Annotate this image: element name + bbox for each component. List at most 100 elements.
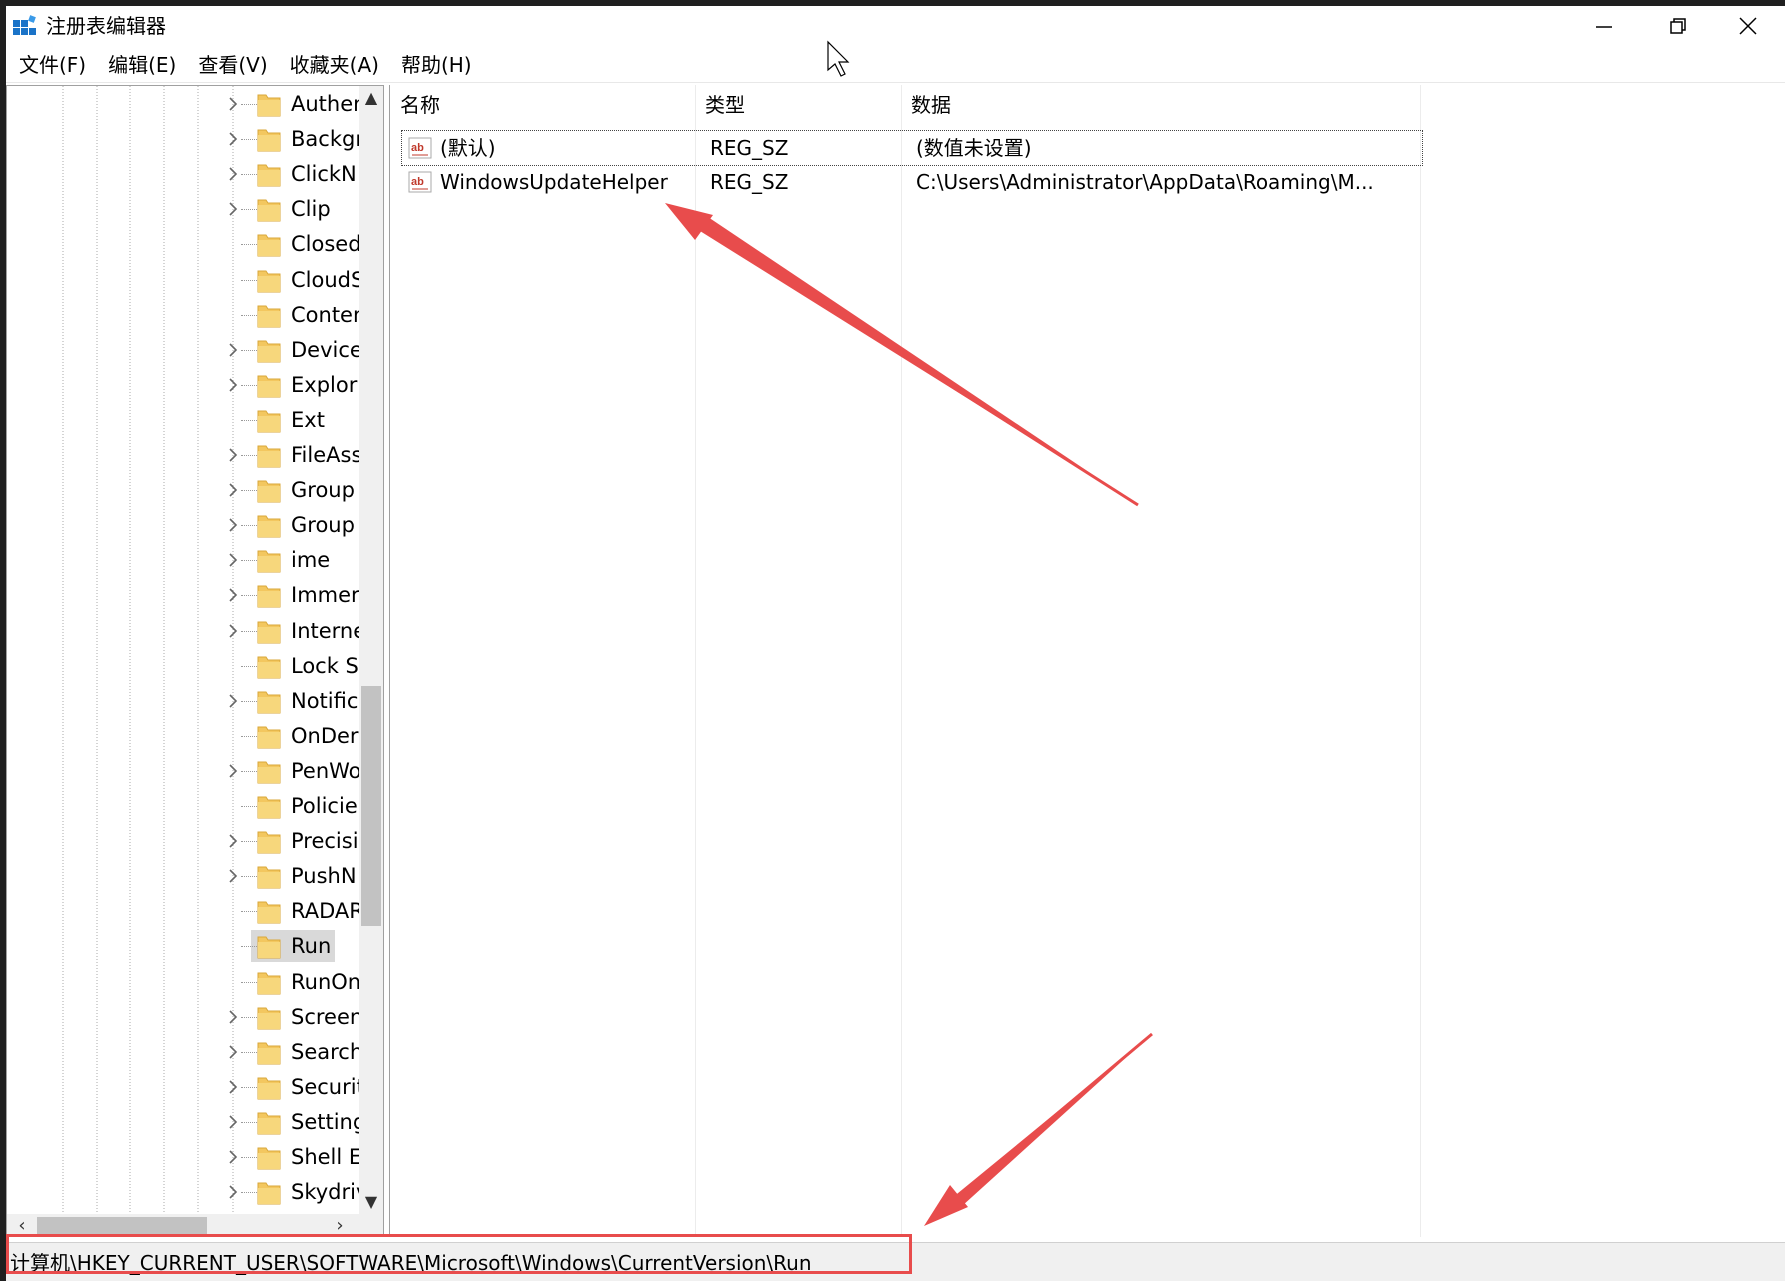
menu-help[interactable]: 帮助(H): [392, 48, 481, 82]
tree-item[interactable]: PushN: [219, 859, 359, 894]
chevron-right-icon[interactable]: [227, 342, 239, 358]
value-type: REG_SZ: [710, 170, 789, 194]
tree-hscroll-thumb[interactable]: [37, 1217, 207, 1235]
tree-connector: [241, 841, 257, 843]
chevron-right-icon[interactable]: [227, 1184, 239, 1200]
tree-item[interactable]: Securit: [219, 1070, 365, 1105]
tree-connector: [241, 1157, 257, 1158]
chevron-right-icon[interactable]: [227, 693, 239, 709]
tree-connector: [241, 279, 257, 281]
tree-item[interactable]: Notific: [219, 684, 359, 719]
chevron-right-icon[interactable]: [227, 482, 239, 498]
folder-icon: [257, 656, 281, 679]
tree-item[interactable]: Group: [219, 473, 359, 508]
restore-icon: [1670, 18, 1686, 34]
tree-connector: [241, 981, 257, 983]
tree-item[interactable]: Skydriv: [219, 1175, 368, 1210]
regedit-app-icon: [13, 15, 36, 35]
tree-item[interactable]: Closed: [219, 227, 362, 262]
minimize-button[interactable]: [1568, 6, 1640, 46]
tree-item[interactable]: FileAss: [219, 438, 362, 473]
tree-item[interactable]: Explor: [219, 368, 359, 403]
chevron-right-icon[interactable]: [227, 623, 239, 639]
svg-text:ab: ab: [411, 142, 424, 154]
column-divider[interactable]: [695, 85, 696, 1237]
chevron-right-icon[interactable]: [227, 166, 239, 182]
chevron-right-icon[interactable]: [227, 587, 239, 603]
tree-item[interactable]: ClickN: [219, 157, 359, 192]
value-row-windowsupdatehelper[interactable]: ab WindowsUpdateHelper REG_SZ C:\Users\A…: [402, 165, 1422, 199]
tree-item[interactable]: Precisi: [219, 824, 359, 859]
menu-view[interactable]: 查看(V): [189, 48, 276, 82]
tree-item[interactable]: OnDer: [219, 719, 359, 754]
chevron-right-icon[interactable]: [227, 447, 239, 463]
tree-connector: [241, 1051, 257, 1053]
tree-connector: [241, 1121, 257, 1123]
folder-icon: [257, 1147, 281, 1170]
folder-icon: [257, 761, 281, 784]
tree-vertical-scrollbar[interactable]: ▲ ▼: [359, 86, 383, 1214]
scroll-down-arrow-icon[interactable]: ▼: [359, 1190, 383, 1214]
column-divider[interactable]: [1420, 85, 1421, 1237]
tree-item[interactable]: Screen: [219, 1000, 363, 1035]
tree-vscroll-thumb[interactable]: [361, 686, 381, 926]
tree-connector: [241, 1016, 257, 1018]
tree-item[interactable]: RunOn: [219, 965, 361, 1000]
registry-value-list[interactable]: 名称 类型 数据 ab (默认) REG_SZ (数值未设置) ab Windo…: [389, 85, 1785, 1237]
chevron-right-icon[interactable]: [227, 868, 239, 884]
tree-connector: [241, 244, 257, 246]
tree-item[interactable]: Backgr: [219, 122, 364, 157]
value-row-default[interactable]: ab (默认) REG_SZ (数值未设置): [401, 130, 1423, 166]
chevron-right-icon[interactable]: [227, 552, 239, 568]
chevron-right-icon[interactable]: [227, 763, 239, 779]
tree-item[interactable]: Policie: [219, 789, 359, 824]
tree-item[interactable]: ime: [219, 543, 359, 578]
folder-icon: [257, 796, 281, 819]
tree-item[interactable]: Group: [219, 508, 359, 543]
value-type: REG_SZ: [710, 136, 789, 160]
chevron-right-icon[interactable]: [227, 1044, 239, 1060]
chevron-right-icon[interactable]: [227, 1114, 239, 1130]
tree-item[interactable]: CloudS: [219, 263, 364, 298]
column-header-type[interactable]: 类型: [695, 85, 901, 125]
chevron-right-icon[interactable]: [227, 131, 239, 147]
tree-item[interactable]: Conten: [219, 298, 366, 333]
tree-item[interactable]: PenWo: [219, 754, 362, 789]
chevron-right-icon[interactable]: [227, 201, 239, 217]
chevron-right-icon[interactable]: [227, 1079, 239, 1095]
chevron-right-icon[interactable]: [227, 377, 239, 393]
tree-connector: [241, 700, 257, 702]
chevron-right-icon[interactable]: [227, 1149, 239, 1165]
chevron-right-icon[interactable]: [227, 1009, 239, 1025]
menu-favorites[interactable]: 收藏夹(A): [281, 48, 388, 82]
tree-item[interactable]: Run: [219, 929, 359, 964]
tree-item[interactable]: Ext: [219, 403, 359, 438]
scroll-up-arrow-icon[interactable]: ▲: [359, 86, 383, 110]
chevron-right-icon[interactable]: [227, 833, 239, 849]
column-header-name[interactable]: 名称: [390, 85, 695, 125]
tree-connector: [241, 104, 257, 105]
tree-item[interactable]: Authen: [219, 87, 366, 122]
tree-item[interactable]: Lock S: [219, 649, 359, 684]
tree-item[interactable]: Device: [219, 333, 363, 368]
close-button[interactable]: [1712, 6, 1784, 46]
menu-edit[interactable]: 编辑(E): [99, 48, 185, 82]
tree-item[interactable]: Clip: [219, 192, 359, 227]
tree-item[interactable]: Shell E: [219, 1140, 362, 1175]
restore-button[interactable]: [1642, 6, 1714, 46]
tree-item[interactable]: Setting: [219, 1105, 366, 1140]
column-divider[interactable]: [901, 85, 902, 1237]
tree-item[interactable]: Search: [219, 1035, 363, 1070]
tree-item[interactable]: Interne: [219, 614, 366, 649]
tree-item[interactable]: RADAR: [219, 894, 364, 929]
folder-icon: [257, 480, 281, 503]
value-data: C:\Users\Administrator\AppData\Roaming\M…: [916, 170, 1374, 194]
registry-key-tree[interactable]: Authen Backgr ClickN Clip Closed CloudS Conten…: [6, 85, 384, 1237]
chevron-right-icon[interactable]: [227, 96, 239, 112]
menu-file[interactable]: 文件(F): [10, 48, 95, 82]
tree-item[interactable]: Immer: [219, 578, 360, 613]
tree-connector: [241, 139, 257, 141]
folder-icon: [257, 515, 281, 538]
chevron-right-icon[interactable]: [227, 517, 239, 533]
column-header-data[interactable]: 数据: [901, 85, 1401, 125]
